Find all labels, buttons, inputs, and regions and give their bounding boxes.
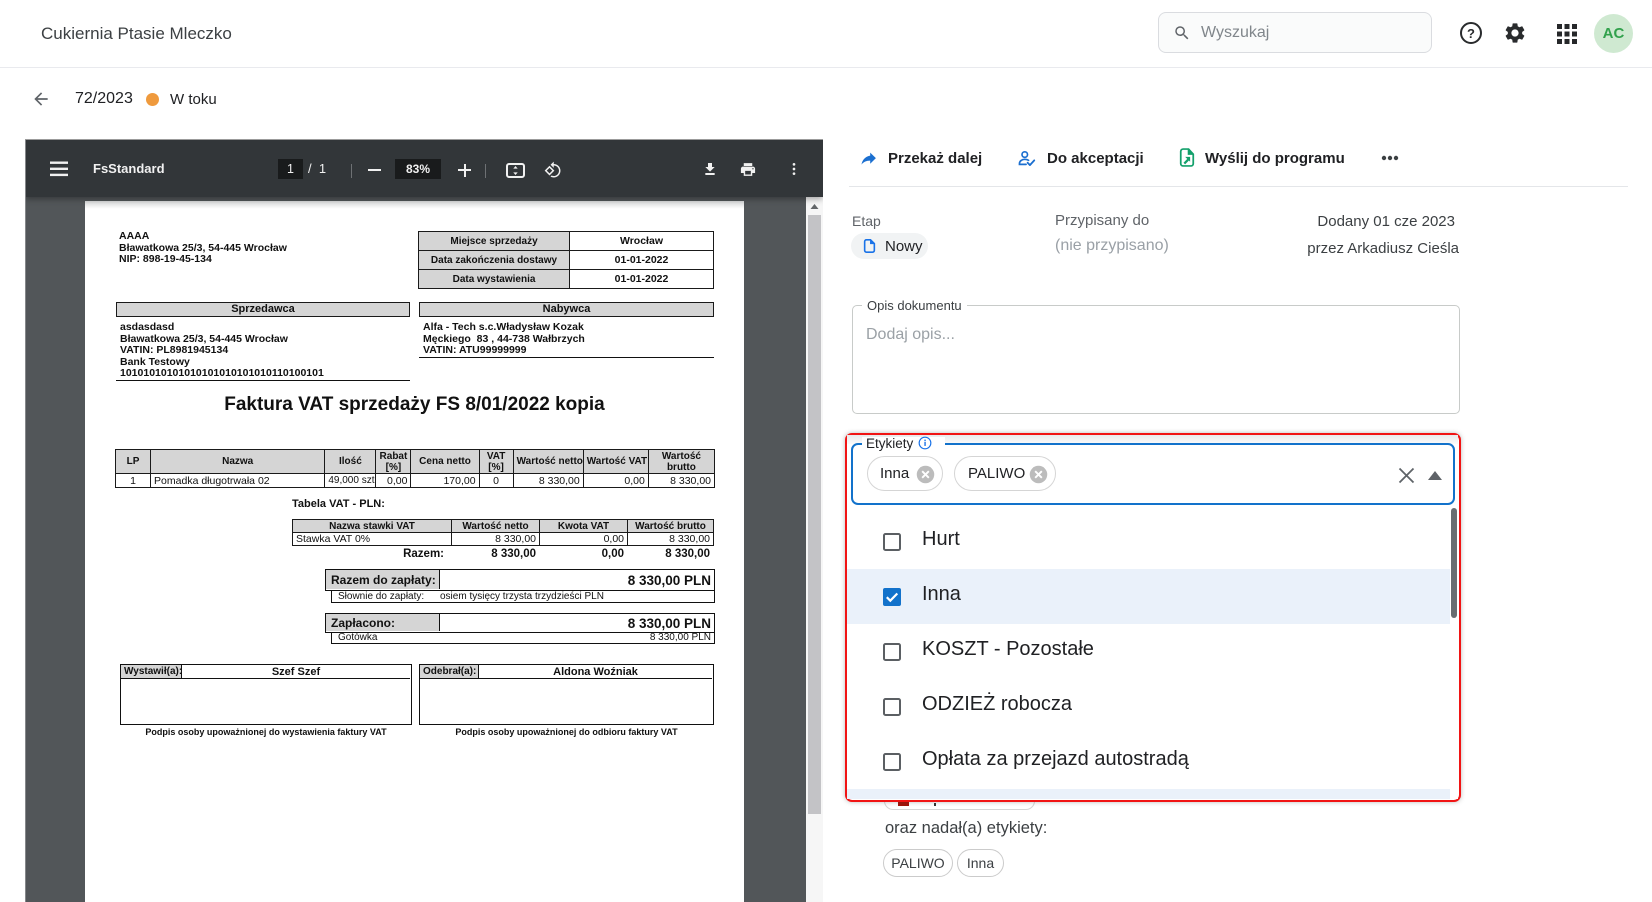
svg-text:?: ? <box>1467 26 1475 41</box>
